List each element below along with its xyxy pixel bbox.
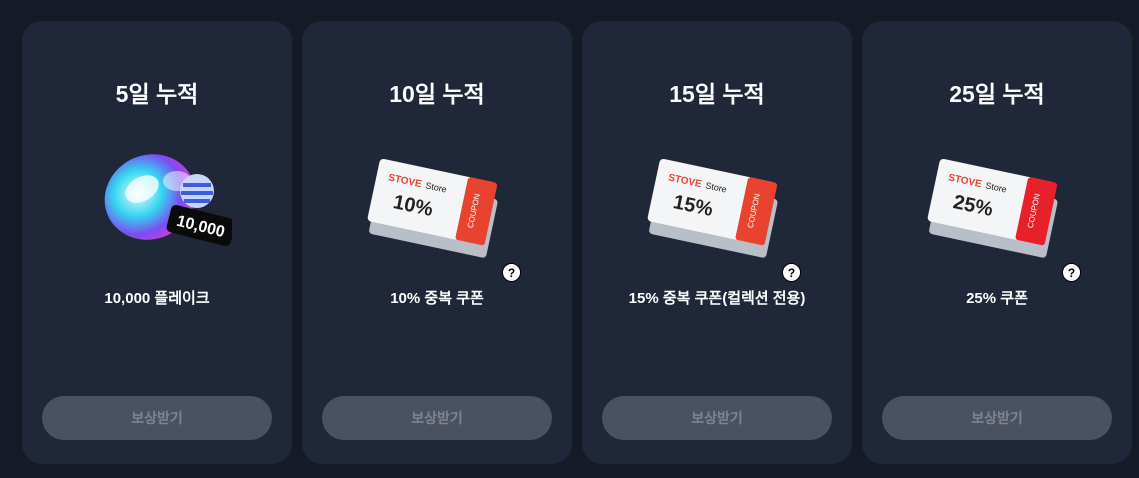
coupon-icon: COUPON STOVE Store 15% (647, 158, 778, 258)
reward-label: 25% 쿠폰 (966, 290, 1028, 307)
coupon-icon: COUPON STOVE Store 25% (927, 158, 1058, 258)
reward-card-row: 5일 누적 10,000 10,000 플레이크 보상받기 10일 누적 COU… (22, 21, 1132, 464)
claim-reward-button[interactable]: 보상받기 (42, 396, 272, 440)
card-title: 5일 누적 (115, 81, 199, 107)
card-title: 25일 누적 (949, 81, 1045, 107)
reward-card-10-days: 10일 누적 COUPON STOVE Store 10% ? 10% 중복 쿠… (302, 21, 572, 464)
claim-reward-button[interactable]: 보상받기 (882, 396, 1112, 440)
card-title: 15일 누적 (669, 81, 765, 107)
reward-card-15-days: 15일 누적 COUPON STOVE Store 15% ? 15% 중복 쿠… (582, 21, 852, 464)
help-icon[interactable]: ? (1062, 263, 1081, 282)
help-icon[interactable]: ? (502, 263, 521, 282)
reward-card-5-days: 5일 누적 10,000 10,000 플레이크 보상받기 (22, 21, 292, 464)
help-icon[interactable]: ? (782, 263, 801, 282)
reward-label: 10% 중복 쿠폰 (390, 290, 484, 307)
card-title: 10일 누적 (389, 81, 485, 107)
coupon-icon: COUPON STOVE Store 10% (367, 158, 498, 258)
claim-reward-button[interactable]: 보상받기 (322, 396, 552, 440)
reward-label: 10,000 플레이크 (104, 290, 210, 307)
claim-reward-button[interactable]: 보상받기 (602, 396, 832, 440)
flake-currency-icon: 10,000 (104, 154, 232, 246)
reward-label: 15% 중복 쿠폰(컬렉션 전용) (628, 290, 806, 307)
reward-card-25-days: 25일 누적 COUPON STOVE Store 25% ? 25% 쿠폰 보… (862, 21, 1132, 464)
